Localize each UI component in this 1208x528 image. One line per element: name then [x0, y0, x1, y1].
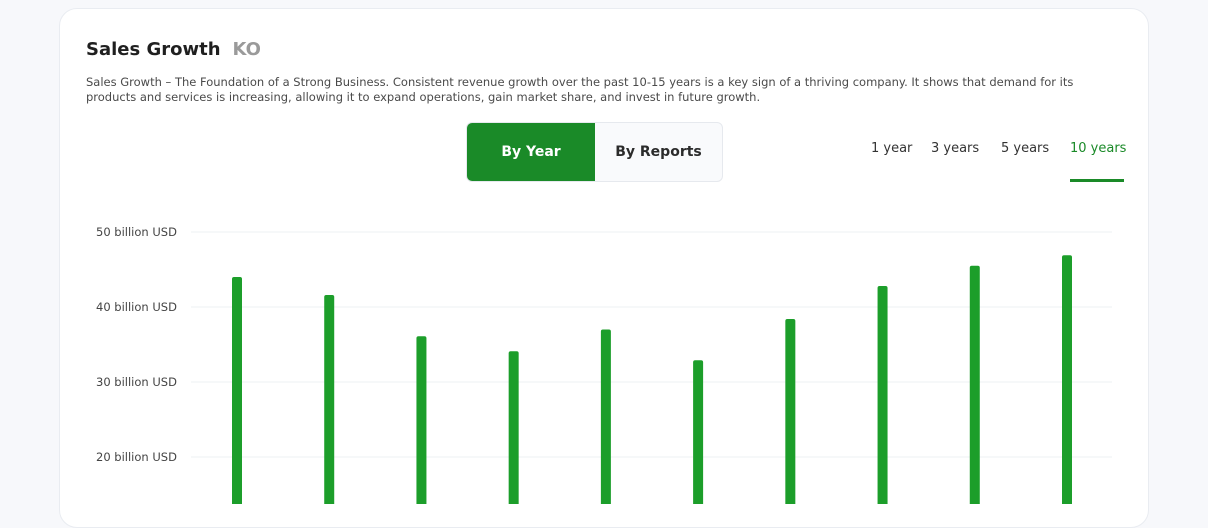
chart-bar[interactable] — [969, 265, 980, 504]
y-tick-label: 30 billion USD — [96, 375, 177, 389]
chart-bar[interactable] — [600, 329, 611, 505]
y-tick-label: 40 billion USD — [96, 300, 177, 314]
chart-bar[interactable] — [324, 295, 335, 504]
chart-bar[interactable] — [785, 319, 796, 504]
chart-bar[interactable] — [877, 286, 888, 504]
sales-bar-chart: 50 billion USD 40 billion USD 30 billion U… — [96, 225, 1112, 504]
chart-bar[interactable] — [416, 336, 427, 504]
chart-bar[interactable] — [508, 351, 519, 504]
chart-bar[interactable] — [1062, 255, 1072, 504]
y-tick-label: 50 billion USD — [96, 225, 177, 239]
y-axis-labels: 50 billion USD 40 billion USD 30 billion U… — [96, 225, 177, 464]
y-tick-label: 20 billion USD — [96, 450, 177, 464]
chart-bar[interactable] — [693, 360, 704, 504]
chart-bars — [232, 255, 1072, 504]
chart-bar[interactable] — [232, 277, 242, 504]
